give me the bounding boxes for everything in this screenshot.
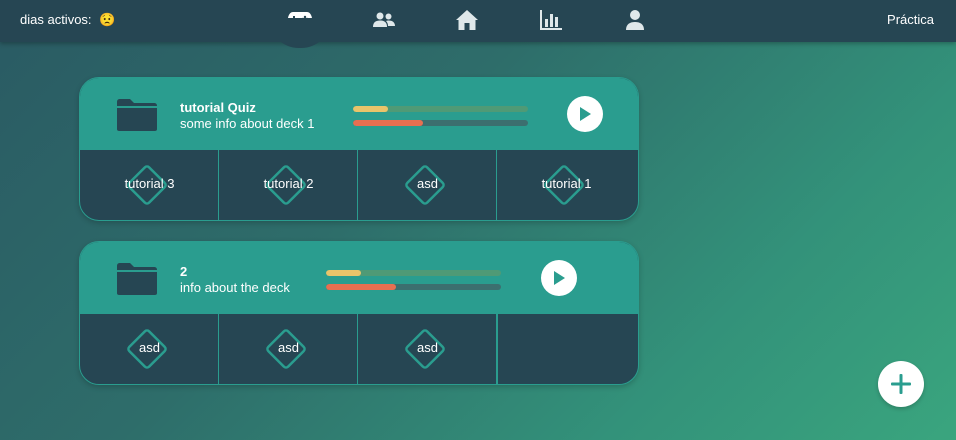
card-item[interactable]: tutorial 3 — [80, 150, 219, 220]
card-item[interactable]: asd — [80, 314, 219, 384]
card-label: asd — [417, 176, 438, 191]
play-icon — [554, 271, 565, 285]
card-item[interactable]: tutorial 2 — [219, 150, 358, 220]
empty-card-slot — [497, 314, 636, 384]
deck-card[interactable]: 2 info about the deck asd asd asd — [79, 241, 639, 385]
card-label: tutorial 2 — [263, 176, 314, 191]
card-item[interactable]: asd — [358, 314, 497, 384]
active-days-label: dias activos: — [20, 12, 92, 27]
progress-bar-yellow — [326, 270, 501, 276]
add-deck-button[interactable] — [878, 361, 924, 407]
folder-icon — [117, 263, 157, 295]
card-list: tutorial 3 tutorial 2 asd tutorial 1 — [80, 150, 638, 220]
deck-title: 2 — [180, 264, 188, 279]
nav-tab-profile[interactable] — [620, 6, 650, 34]
nav-tab-community[interactable] — [369, 6, 399, 34]
active-tab-indicator — [269, 18, 331, 48]
play-icon — [580, 107, 591, 121]
card-item[interactable]: tutorial 1 — [497, 150, 636, 220]
active-days-counter: dias activos: 😟 — [20, 12, 115, 28]
progress-bar-red — [353, 120, 528, 126]
deck-description: info about the deck — [180, 280, 290, 295]
card-label: asd — [139, 340, 160, 355]
deck-header: tutorial Quiz some info about deck 1 — [80, 78, 638, 150]
card-label: tutorial 1 — [541, 176, 592, 191]
card-label: tutorial 3 — [124, 176, 175, 191]
card-item[interactable]: asd — [219, 314, 358, 384]
deck-title: tutorial Quiz — [180, 100, 256, 115]
nav-tab-stats[interactable] — [536, 6, 566, 34]
deck-card[interactable]: tutorial Quiz some info about deck 1 tut… — [79, 77, 639, 221]
bar-chart-icon — [540, 10, 562, 30]
folder-icon — [117, 99, 157, 131]
card-list: asd asd asd — [80, 314, 638, 384]
card-label: asd — [278, 340, 299, 355]
deck-header: 2 info about the deck — [80, 242, 638, 314]
nav-tab-home[interactable] — [452, 6, 482, 34]
progress-bar-yellow — [353, 106, 528, 112]
home-icon — [456, 10, 478, 30]
card-item[interactable]: asd — [358, 150, 497, 220]
plus-icon — [891, 374, 911, 394]
user-icon — [626, 10, 644, 30]
card-label: asd — [417, 340, 438, 355]
mode-label[interactable]: Práctica — [887, 12, 934, 27]
top-navbar: dias activos: 😟 Práctica — [0, 0, 956, 42]
deck-description: some info about deck 1 — [180, 116, 315, 131]
play-button[interactable] — [541, 260, 577, 296]
users-icon — [373, 12, 395, 27]
sad-face-icon: 😟 — [99, 12, 116, 27]
play-button[interactable] — [567, 96, 603, 132]
progress-bar-red — [326, 284, 501, 290]
